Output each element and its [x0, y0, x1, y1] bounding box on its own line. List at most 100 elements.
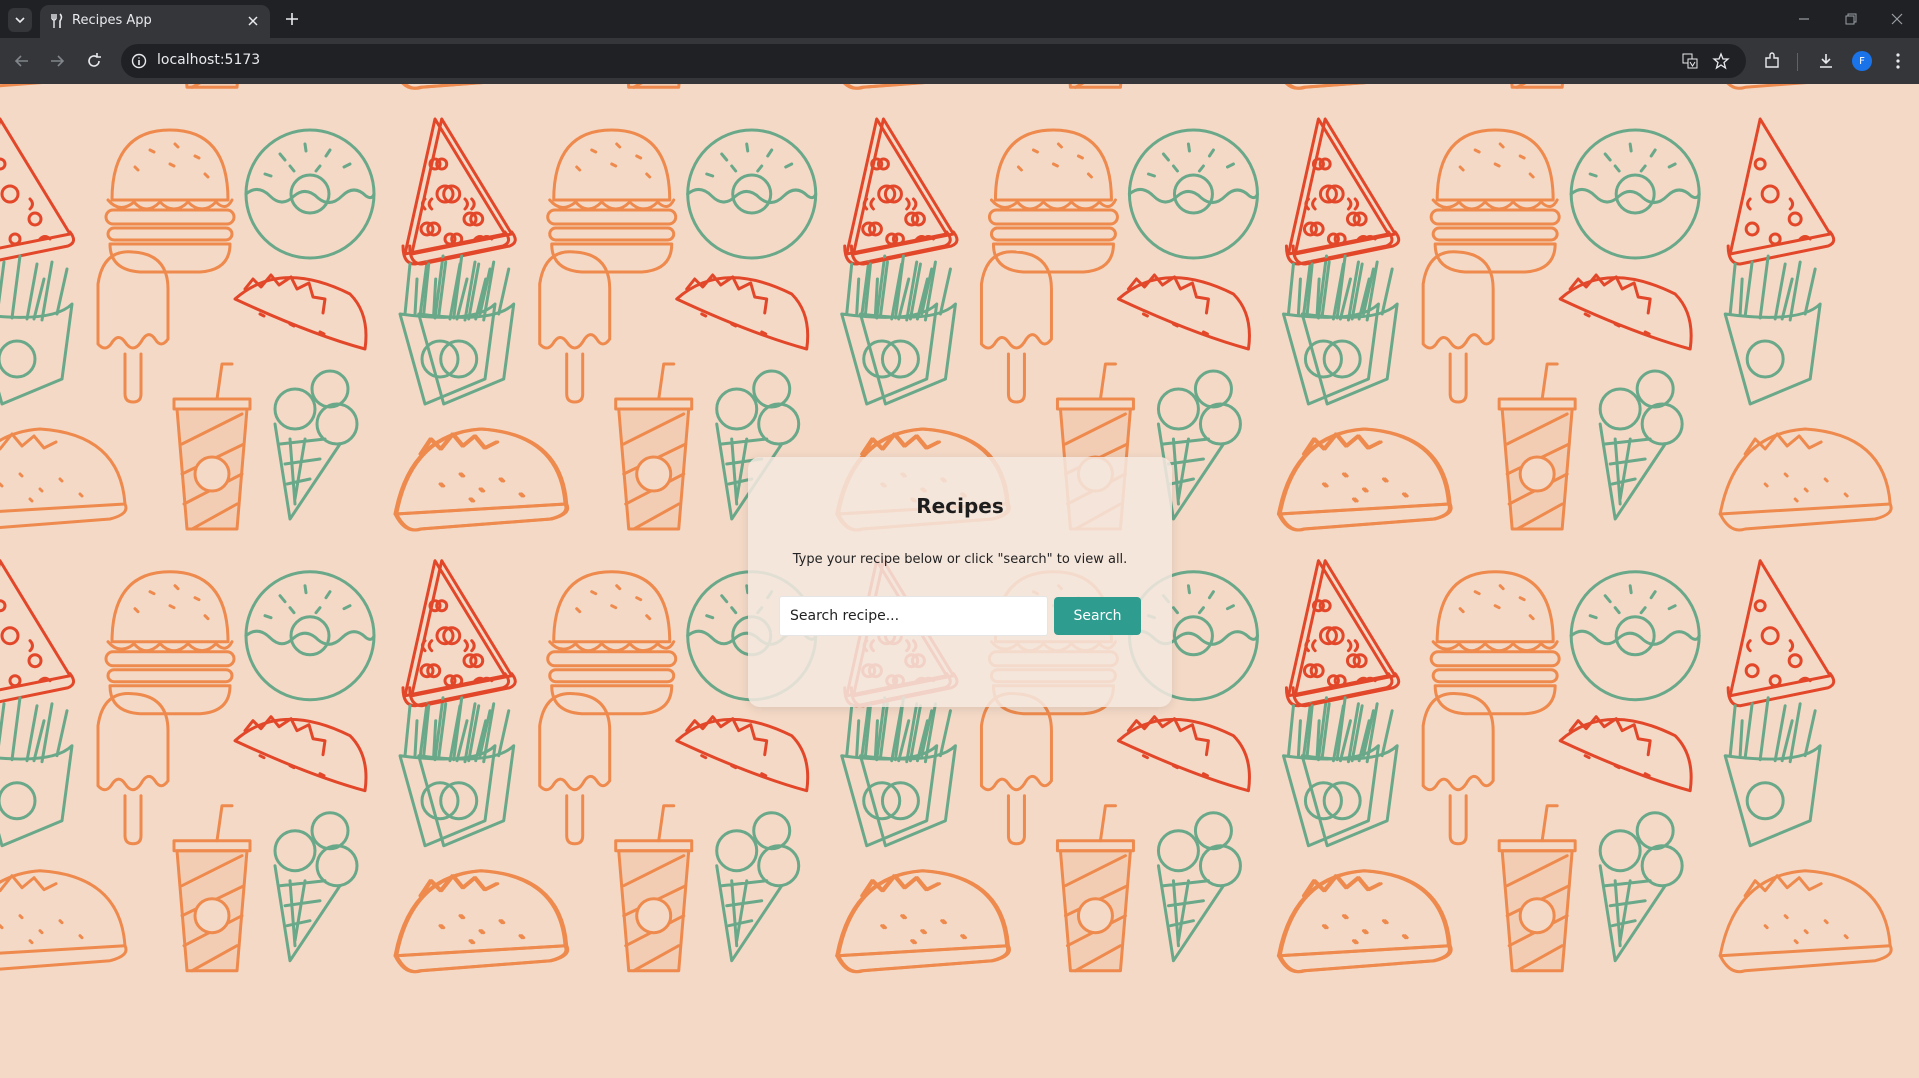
close-tab-icon[interactable]: [245, 13, 261, 29]
browser-tab[interactable]: Recipes App: [40, 5, 270, 38]
download-icon[interactable]: [1816, 51, 1836, 71]
soda-cup-icon: [1497, 84, 1577, 89]
taco-icon: [395, 869, 570, 974]
taco-icon: [675, 715, 810, 793]
taco-icon: [836, 869, 1011, 974]
popsicle-icon: [96, 691, 170, 846]
ice-cream-cone-icon: [1156, 811, 1242, 963]
soda-cup-icon: [1497, 362, 1577, 531]
popsicle-icon: [96, 250, 170, 404]
taco-icon: [1718, 427, 1893, 532]
taco-icon: [233, 273, 368, 351]
donut-icon: [1569, 570, 1701, 702]
taco-icon: [233, 715, 368, 793]
taco-icon: [1558, 715, 1693, 793]
soda-cup-icon: [614, 362, 694, 531]
taco-icon: [1276, 427, 1451, 532]
popsicle-icon: [979, 250, 1053, 404]
pizza-icon: [0, 559, 76, 708]
search-input[interactable]: [779, 596, 1048, 636]
tab-title: Recipes App: [72, 13, 152, 28]
fries-icon: [840, 696, 939, 848]
taco-icon: [836, 84, 1011, 90]
profile-avatar[interactable]: F: [1852, 51, 1872, 71]
soda-cup-icon: [1055, 804, 1135, 973]
taco-icon: [0, 869, 128, 974]
taco-icon: [1278, 84, 1453, 90]
fries-icon: [840, 254, 939, 406]
taco-icon: [0, 427, 128, 532]
popsicle-icon: [538, 691, 612, 846]
taco-icon: [1558, 273, 1693, 351]
taco-icon: [393, 427, 568, 532]
taco-icon: [1718, 869, 1893, 974]
taco-icon: [1116, 715, 1251, 793]
soda-cup-icon: [1497, 804, 1577, 973]
pizza-icon: [0, 117, 76, 266]
page-viewport: Recipes Type your recipe below or click …: [0, 84, 1919, 1078]
popsicle-icon: [979, 691, 1053, 846]
donut-icon: [686, 128, 818, 260]
soda-cup-icon: [172, 804, 252, 973]
popsicle-icon: [1421, 691, 1495, 846]
restore-icon[interactable]: [1842, 10, 1860, 28]
site-info-icon[interactable]: [130, 52, 148, 70]
browser-toolbar: localhost:5173 F: [0, 38, 1919, 84]
url-text: localhost:5173: [157, 52, 261, 68]
toolbar-divider: [1797, 53, 1798, 71]
fries-icon: [0, 254, 74, 406]
donut-icon: [1127, 128, 1259, 260]
reload-icon[interactable]: [83, 50, 105, 72]
soda-cup-icon: [1055, 84, 1135, 89]
taco-icon: [395, 427, 570, 532]
close-window-icon[interactable]: [1888, 10, 1906, 28]
fork-knife-icon: [51, 13, 63, 28]
taco-icon: [0, 84, 128, 90]
page-title: Recipes: [916, 494, 1004, 518]
taco-icon: [835, 869, 1010, 974]
fries-icon: [1281, 254, 1380, 406]
bookmark-star-icon[interactable]: [1712, 52, 1730, 70]
donut-icon: [244, 570, 376, 702]
donut-icon: [1569, 128, 1701, 260]
popsicle-icon: [538, 250, 612, 404]
ice-cream-cone-icon: [1598, 369, 1684, 521]
minimize-icon[interactable]: [1795, 10, 1813, 28]
browser-tab-bar: Recipes App: [0, 0, 1919, 38]
taco-icon: [675, 273, 810, 351]
page-subtitle: Type your recipe below or click "search"…: [792, 552, 1128, 567]
forward-icon[interactable]: [46, 50, 68, 72]
fries-icon: [398, 696, 497, 848]
ice-cream-cone-icon: [273, 369, 359, 521]
taco-icon: [1278, 869, 1453, 974]
new-tab-icon[interactable]: [282, 9, 302, 29]
search-button[interactable]: Search: [1054, 597, 1141, 635]
ice-cream-cone-icon: [273, 811, 359, 963]
fries-icon: [1281, 696, 1380, 848]
chevron-down-icon: [15, 17, 25, 24]
taco-icon: [1116, 273, 1251, 351]
taco-icon: [1278, 427, 1453, 532]
fries-icon: [398, 254, 497, 406]
pizza-icon: [1726, 559, 1836, 708]
extensions-icon[interactable]: [1762, 51, 1782, 71]
back-icon[interactable]: [11, 50, 33, 72]
address-bar[interactable]: localhost:5173: [121, 44, 1746, 78]
donut-icon: [244, 128, 376, 260]
tab-search-button[interactable]: [8, 8, 32, 32]
taco-icon: [393, 869, 568, 974]
soda-cup-icon: [172, 84, 252, 89]
soda-cup-icon: [614, 804, 694, 973]
translate-icon[interactable]: [1681, 52, 1699, 70]
ice-cream-cone-icon: [715, 811, 801, 963]
menu-kebab-icon[interactable]: [1888, 51, 1908, 71]
fries-icon: [1723, 696, 1822, 848]
fries-icon: [1723, 254, 1822, 406]
popsicle-icon: [1421, 250, 1495, 404]
soda-cup-icon: [172, 362, 252, 531]
taco-icon: [1276, 869, 1451, 974]
pizza-icon: [1726, 117, 1836, 266]
taco-icon: [395, 84, 570, 90]
taco-icon: [1718, 84, 1893, 90]
fries-icon: [0, 696, 74, 848]
